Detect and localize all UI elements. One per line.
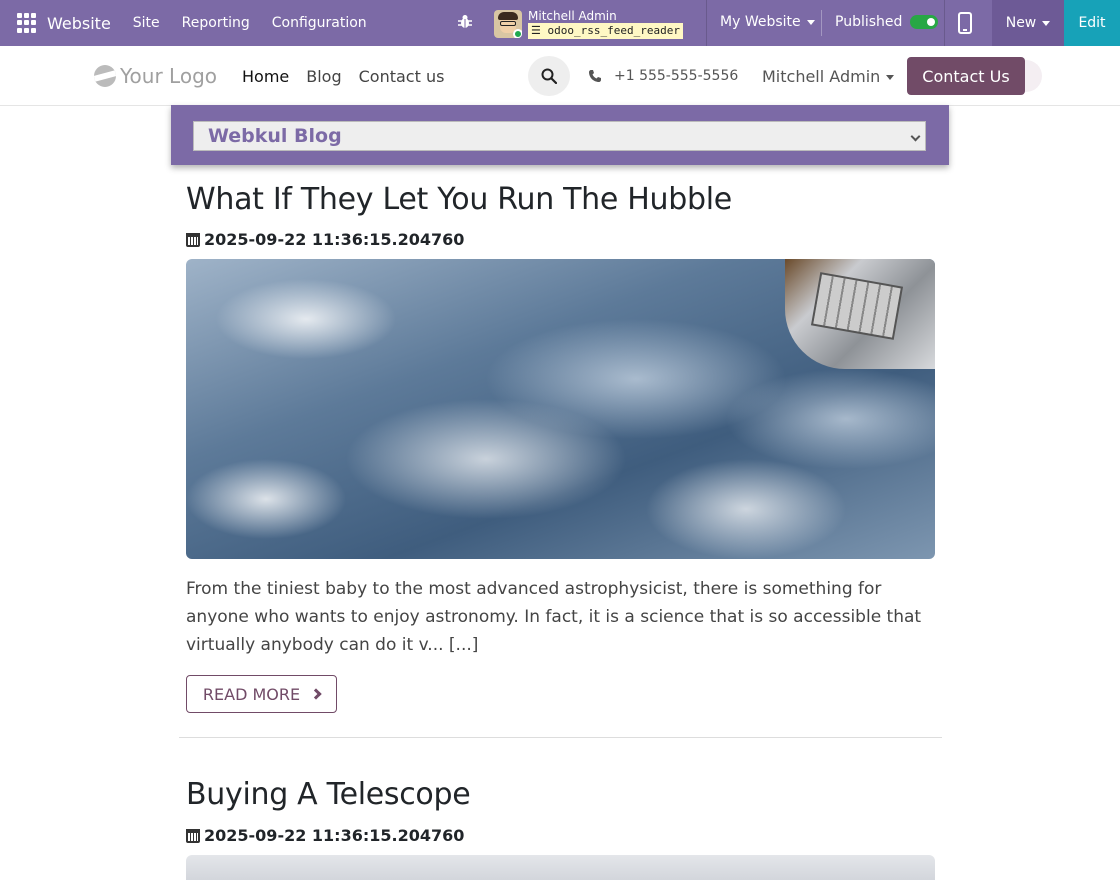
site-header: Your Logo Home Blog Contact us +1 555-55… [0,46,1120,106]
blog-select[interactable]: Webkul Blog [193,121,926,151]
menu-reporting[interactable]: Reporting [182,15,250,31]
mobile-preview-icon[interactable] [958,12,972,34]
user-menu[interactable]: Mitchell Admin ☰ odoo_rss_feed_reader [494,9,683,39]
nav-home[interactable]: Home [242,67,289,86]
calendar-icon [186,828,200,843]
phone-icon [589,70,601,82]
earth-from-space-image[interactable] [186,259,935,559]
chevron-down-icon [910,131,921,142]
post-date: 2025-09-22 11:36:15.204760 [186,230,464,249]
online-status-icon [513,29,522,38]
post-title[interactable]: Buying A Telescope [186,777,471,812]
app-name[interactable]: Website [47,14,111,33]
admin-navbar: Website Site Reporting Configuration Mit… [0,0,1120,46]
post-excerpt: From the tiniest baby to the most advanc… [186,579,922,655]
chevron-down-icon [806,19,815,25]
menu-site[interactable]: Site [133,15,160,31]
avatar [494,10,522,38]
post-date: 2025-09-22 11:36:15.204760 [186,826,464,845]
apps-menu-icon[interactable] [17,13,37,33]
calendar-icon [186,232,200,247]
chevron-right-icon [310,688,322,700]
space-station [785,259,935,369]
site-user-dropdown[interactable]: Mitchell Admin [762,67,895,86]
search-icon [541,68,557,84]
read-more-button[interactable]: READ MORE [186,675,337,713]
nav-contact-us[interactable]: Contact us [359,67,445,86]
menu-configuration[interactable]: Configuration [272,15,367,31]
divider [706,0,707,46]
toggle-switch-icon[interactable] [910,15,939,29]
main-nav: Home Blog Contact us [242,67,461,86]
phone-link[interactable]: +1 555-555-5556 [588,68,738,84]
published-toggle[interactable]: Published [835,14,939,30]
logo-icon [94,65,116,87]
my-website-dropdown[interactable]: My Website [720,14,815,30]
contact-us-button[interactable]: Contact Us [907,57,1025,95]
post-divider [179,737,942,738]
chevron-down-icon [886,75,895,80]
new-button[interactable]: New [992,0,1064,46]
chevron-down-icon [1042,20,1051,26]
telescope-image[interactable] [186,855,935,880]
blog-selector-bar: Webkul Blog [171,105,949,165]
divider [944,0,945,46]
database-name: ☰ odoo_rss_feed_reader [528,23,683,39]
edit-button[interactable]: Edit [1064,0,1120,46]
nav-blog[interactable]: Blog [306,67,341,86]
site-logo[interactable]: Your Logo [94,64,217,88]
divider [821,10,822,36]
debug-bug-icon[interactable] [458,14,472,30]
post-title[interactable]: What If They Let You Run The Hubble [186,182,732,217]
user-name: Mitchell Admin [528,9,617,23]
search-button[interactable] [528,56,570,96]
